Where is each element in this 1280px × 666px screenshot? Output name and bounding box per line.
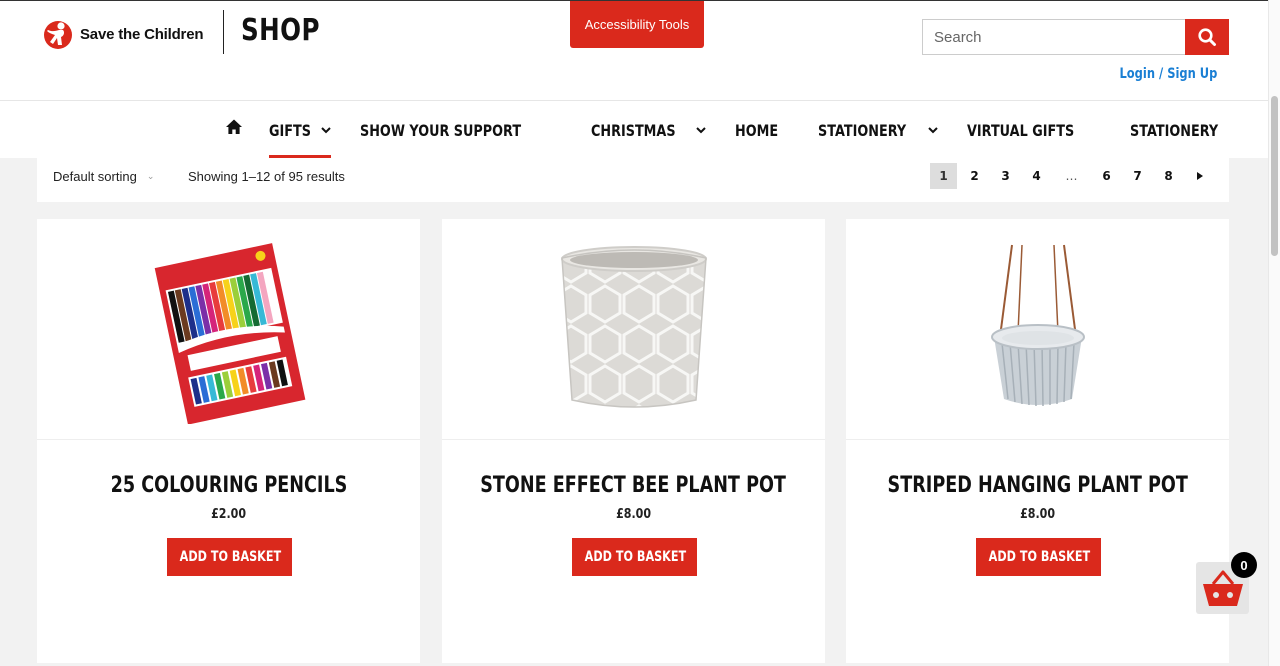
product-title-text: 25 COLOURING PENCILS xyxy=(110,473,347,498)
shop-title[interactable]: SHOP xyxy=(241,13,320,48)
page-3[interactable]: 3 xyxy=(992,163,1019,189)
brand-name: Save the Children xyxy=(80,25,204,43)
product-price-text: £8.00 xyxy=(1020,507,1055,522)
add-to-basket-label: ADD TO BASKET xyxy=(988,549,1090,565)
product-card: STRIPED HANGING PLANT POT £8.00 ADD TO B… xyxy=(846,219,1229,663)
search-input[interactable] xyxy=(922,19,1185,55)
nav-item-home[interactable]: HOME xyxy=(735,101,789,159)
product-price: £8.00 xyxy=(442,507,825,522)
search-icon xyxy=(1198,28,1216,46)
home-icon[interactable] xyxy=(225,118,243,136)
nav-menu: GIFTS SHOW YOUR SUPPORT CHRISTMAS HOME S… xyxy=(225,101,1270,159)
chevron-down-icon xyxy=(928,126,939,133)
accessibility-tools-button[interactable]: Accessibility Tools xyxy=(570,1,704,48)
nav-item-show-your-support[interactable]: SHOW YOUR SUPPORT xyxy=(360,101,561,159)
pagination: 1 2 3 4 … 6 7 8 xyxy=(926,163,1213,189)
page-4[interactable]: 4 xyxy=(1023,163,1050,189)
hanging-plant-pot-image xyxy=(990,244,1085,407)
page-6[interactable]: 6 xyxy=(1093,163,1120,189)
brand-logo[interactable]: Save the Children xyxy=(42,15,204,53)
page-scrollbar[interactable] xyxy=(1268,0,1280,666)
product-title[interactable]: STRIPED HANGING PLANT POT xyxy=(846,473,1229,498)
save-the-children-logo-icon xyxy=(44,21,72,49)
nav-item-virtual-gifts[interactable]: VIRTUAL GIFTS xyxy=(967,101,1101,159)
nav-item-label: HOME xyxy=(735,120,779,140)
page-1[interactable]: 1 xyxy=(930,163,957,189)
add-to-basket-button[interactable]: ADD TO BASKET xyxy=(166,538,292,576)
nav-item-label: CHRISTMAS xyxy=(590,120,676,140)
product-image-link[interactable] xyxy=(442,219,825,440)
logo-divider xyxy=(223,10,224,54)
add-to-basket-button[interactable]: ADD TO BASKET xyxy=(975,538,1101,576)
page-8[interactable]: 8 xyxy=(1155,163,1182,189)
product-grid: 25 COLOURING PENCILS £2.00 ADD TO BASKET… xyxy=(37,219,1229,666)
chevron-down-icon: ⌄ xyxy=(146,171,155,181)
product-title[interactable]: STONE EFFECT BEE PLANT POT xyxy=(442,473,825,498)
colouring-pencils-image xyxy=(154,243,305,424)
shop-toolbar: Default sorting ⌄ Showing 1–12 of 95 res… xyxy=(37,158,1229,202)
results-count: Showing 1–12 of 95 results xyxy=(188,169,345,184)
basket-count-badge: 0 xyxy=(1231,552,1257,578)
nav-item-stationery-dropdown[interactable]: STATIONERY xyxy=(818,101,939,159)
sort-label: Default sorting xyxy=(53,169,137,184)
chevron-down-icon xyxy=(321,126,332,133)
nav-item-label: GIFTS xyxy=(269,120,311,140)
login-signup-link[interactable]: Login / Sign Up xyxy=(1119,66,1217,82)
product-title-text: STRIPED HANGING PLANT POT xyxy=(887,473,1188,498)
add-to-basket-label: ADD TO BASKET xyxy=(584,549,686,565)
add-to-basket-button[interactable]: ADD TO BASKET xyxy=(571,538,697,576)
add-to-basket-label: ADD TO BASKET xyxy=(179,549,281,565)
search-bar xyxy=(922,19,1229,55)
next-page-button[interactable] xyxy=(1186,163,1213,189)
search-button[interactable] xyxy=(1185,19,1229,55)
product-price: £2.00 xyxy=(37,507,420,522)
product-price-text: £2.00 xyxy=(211,507,246,522)
product-card: 25 COLOURING PENCILS £2.00 ADD TO BASKET xyxy=(37,219,420,663)
nav-item-label: SHOW YOUR SUPPORT xyxy=(360,120,522,140)
product-title[interactable]: 25 COLOURING PENCILS xyxy=(37,473,420,498)
page-ellipsis: … xyxy=(1065,169,1078,183)
bee-plant-pot-image xyxy=(560,246,707,408)
product-price: £8.00 xyxy=(846,507,1229,522)
product-price-text: £8.00 xyxy=(616,507,651,522)
site-header: Save the Children SHOP Accessibility Too… xyxy=(0,0,1268,100)
nav-item-christmas[interactable]: CHRISTMAS xyxy=(591,101,707,159)
product-image-link[interactable] xyxy=(846,219,1229,440)
page-7[interactable]: 7 xyxy=(1124,163,1151,189)
nav-item-label: STATIONERY xyxy=(818,120,907,140)
nav-item-gifts[interactable]: GIFTS xyxy=(269,101,332,159)
nav-item-stationery[interactable]: STATIONERY xyxy=(1130,101,1240,159)
chevron-down-icon xyxy=(696,126,707,133)
caret-right-icon xyxy=(1196,172,1203,180)
product-title-text: STONE EFFECT BEE PLANT POT xyxy=(480,473,787,498)
nav-item-label: STATIONERY xyxy=(1130,120,1219,140)
nav-item-label: VIRTUAL GIFTS xyxy=(967,120,1075,140)
scrollbar-thumb[interactable] xyxy=(1271,96,1278,256)
page-2[interactable]: 2 xyxy=(961,163,988,189)
main-navigation: GIFTS SHOW YOUR SUPPORT CHRISTMAS HOME S… xyxy=(0,100,1270,159)
product-image-link[interactable] xyxy=(37,219,420,440)
product-card: STONE EFFECT BEE PLANT POT £8.00 ADD TO … xyxy=(442,219,825,663)
sort-dropdown[interactable]: Default sorting ⌄ xyxy=(53,169,154,184)
